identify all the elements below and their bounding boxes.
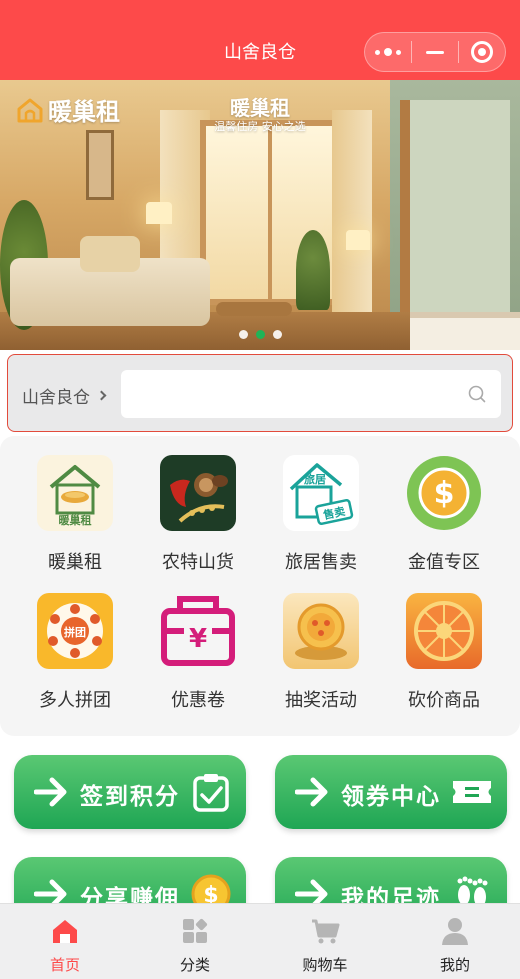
svg-text:拼团: 拼团 — [64, 625, 86, 639]
category-label: 多人拼团 — [39, 690, 111, 711]
category-kanjia-shangpin[interactable]: 砍价商品 — [389, 576, 499, 711]
tab-category[interactable]: 分类 — [130, 904, 260, 979]
close-button[interactable] — [459, 33, 505, 71]
checkin-points-button[interactable]: 签到积分 — [14, 755, 246, 829]
group-people-icon: 拼团 — [47, 603, 103, 659]
house-logo-icon — [17, 98, 43, 122]
produce-icon — [170, 473, 228, 523]
banner-subtitle: 温馨住房 安心之选 — [214, 120, 306, 133]
nest-house-icon: 暖巢租 — [49, 465, 101, 527]
carousel-indicators — [0, 330, 520, 339]
tab-label: 我的 — [439, 956, 470, 974]
mountain-goods-tile — [160, 455, 236, 531]
category-icon — [183, 918, 208, 943]
indicator-dot[interactable] — [272, 330, 282, 339]
svg-text:¥: ¥ — [189, 624, 207, 654]
tab-home[interactable]: 首页 — [0, 904, 130, 979]
mini-program-capsule — [364, 32, 506, 72]
category-youhuijuan[interactable]: ¥ 优惠卷 — [143, 576, 253, 711]
logo-text: 暖巢租 — [48, 98, 120, 126]
cart-icon — [312, 919, 340, 944]
svg-text:旅居: 旅居 — [304, 472, 326, 486]
travel-house-icon: 旅居 售卖 — [289, 463, 354, 526]
tab-cart[interactable]: 购物车 — [260, 904, 390, 979]
action-label: 领券中心 — [341, 784, 441, 810]
bottom-tab-bar: 首页 分类 购物车 我的 — [0, 903, 520, 979]
category-nongte-shanhuo[interactable]: 农特山货 — [143, 438, 253, 573]
target-circle-icon — [471, 41, 493, 63]
category-label: 金值专区 — [408, 552, 480, 573]
search-bar: 山舍良仓 — [7, 354, 513, 432]
category-duoren-pintuan[interactable]: 拼团 多人拼团 — [20, 576, 130, 711]
coupon-bag-icon: ¥ — [161, 596, 235, 666]
minimize-button[interactable] — [412, 33, 458, 71]
category-label: 暖巢租 — [48, 552, 102, 573]
svg-text:暖巢租: 暖巢租 — [59, 513, 92, 527]
tab-label: 首页 — [49, 956, 80, 974]
more-button[interactable] — [365, 33, 411, 71]
travel-sale-tile: 旅居 售卖 — [283, 455, 359, 531]
category-nuanchaozu[interactable]: 暖巢租 暖巢租 — [20, 438, 130, 573]
tab-label: 购物车 — [302, 956, 348, 974]
category-label: 抽奖活动 — [285, 690, 357, 711]
more-dots-icon — [375, 48, 401, 56]
prize-wheel-icon — [414, 601, 474, 661]
group-buy-tile: 拼团 — [37, 593, 113, 669]
location-selector[interactable]: 山舍良仓 — [22, 383, 107, 408]
lottery-tile — [283, 593, 359, 669]
user-icon — [442, 918, 468, 945]
category-jinzhi-zhuanqu[interactable]: $ 金值专区 — [389, 438, 499, 573]
category-choujiang-huodong[interactable]: 抽奖活动 — [266, 576, 376, 711]
coupon-center-button[interactable]: 领券中心 — [275, 755, 507, 829]
search-icon[interactable] — [468, 385, 486, 403]
category-grid: 暖巢租 暖巢租 农特山货 旅居 售卖 旅居售卖 $ 金值专区 拼团 多人拼团 ¥… — [0, 436, 520, 736]
ticket-icon — [453, 781, 491, 803]
nuanchaozu-tile: 暖巢租 — [37, 455, 113, 531]
category-label: 农特山货 — [162, 552, 234, 573]
navigation-bar: 山舍良仓 — [0, 0, 520, 80]
brand-logo: 暖巢租 — [16, 92, 120, 127]
bargain-tile — [406, 593, 482, 669]
svg-text:$: $ — [434, 476, 455, 511]
arrow-right-icon — [295, 777, 328, 807]
tab-label: 分类 — [179, 956, 210, 974]
gold-value-tile: $ — [406, 455, 482, 531]
tab-profile[interactable]: 我的 — [390, 904, 520, 979]
category-label: 优惠卷 — [171, 690, 225, 711]
minus-icon — [426, 50, 444, 54]
clipboard-check-icon — [193, 774, 229, 812]
action-label: 签到积分 — [80, 784, 180, 810]
category-label: 砍价商品 — [408, 690, 480, 711]
home-icon — [53, 920, 77, 943]
category-label: 旅居售卖 — [285, 552, 357, 573]
dollar-coin-icon: $ — [407, 456, 481, 530]
lottery-coin-icon — [295, 603, 347, 660]
indicator-dot-active[interactable] — [255, 330, 265, 339]
coupon-tile: ¥ — [160, 593, 236, 669]
search-input[interactable] — [121, 370, 501, 418]
category-lvju-shoumai[interactable]: 旅居 售卖 旅居售卖 — [266, 438, 376, 573]
location-label: 山舍良仓 — [22, 388, 90, 408]
arrow-right-icon — [34, 777, 67, 807]
indicator-dot[interactable] — [238, 330, 248, 339]
chevron-right-icon — [96, 390, 107, 401]
banner-title: 暖巢租 — [230, 96, 290, 120]
